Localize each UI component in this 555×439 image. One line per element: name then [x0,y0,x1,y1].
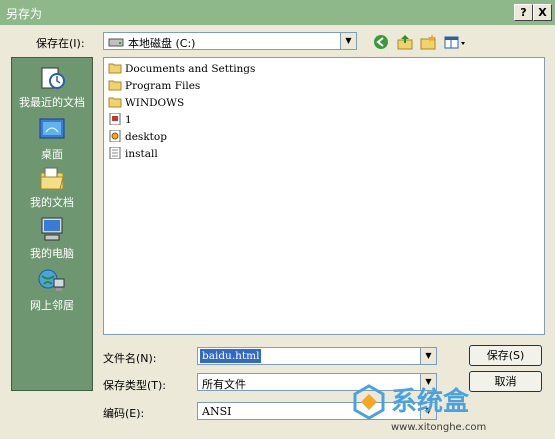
chevron-down-icon[interactable]: ▼ [420,348,436,364]
place-label: 我最近的文档 [19,96,85,109]
new-folder-icon[interactable] [419,33,437,51]
watermark-logo: 系统盒 www.xitonghe.com [347,376,547,436]
place-label: 我的电脑 [30,247,74,260]
file-list[interactable]: Documents and Settings Program Files WIN… [103,57,545,335]
filetype-label: 保存类型(T): [103,379,167,392]
place-recent-documents[interactable]: 我最近的文档 [12,64,92,110]
settings-file-icon [108,129,122,143]
place-label: 我的文档 [30,196,74,209]
chevron-down-icon[interactable]: ▼ [340,33,356,49]
place-my-computer[interactable]: 我的电脑 [12,215,92,261]
list-item[interactable]: Documents and Settings [108,62,255,79]
back-icon[interactable] [372,33,390,51]
window-title: 另存为 [6,7,43,21]
encoding-value: ANSI [202,405,232,418]
desktop-icon [36,116,68,144]
close-button[interactable]: X [533,4,552,21]
place-label: 网上邻居 [30,299,74,312]
recent-docs-icon [36,64,68,92]
network-icon [36,267,68,295]
help-button[interactable]: ? [514,4,533,21]
filename-label: 文件名(N): [103,352,157,365]
text-file-icon [108,146,122,160]
file-name: desktop [125,131,167,143]
file-name: Documents and Settings [125,63,256,75]
my-documents-icon [36,164,68,192]
place-desktop[interactable]: 桌面 [12,116,92,162]
save-button[interactable]: 保存(S) [469,345,542,366]
my-computer-icon [36,215,68,243]
file-name: install [125,148,158,160]
file-icon [108,112,122,126]
encoding-label: 编码(E): [103,407,145,420]
place-label: 桌面 [41,148,63,161]
file-name: WINDOWS [125,97,185,109]
drive-icon [108,36,124,51]
watermark-url: www.xitonghe.com [391,422,486,433]
place-network[interactable]: 网上邻居 [12,267,92,313]
save-in-combo[interactable]: 本地磁盘 (C:) ▼ [103,32,357,50]
filename-input[interactable]: baidu.html ▼ [197,347,437,365]
title-bar[interactable]: 另存为 ? X [0,0,555,25]
folder-icon [108,96,122,108]
filetype-value: 所有文件 [202,378,246,391]
list-item[interactable]: desktop [108,129,167,147]
views-menu-icon[interactable] [443,33,467,51]
file-name: 1 [125,114,132,126]
save-in-value: 本地磁盘 (C:) [128,37,196,50]
list-item[interactable]: 1 [108,112,132,130]
places-bar: 我最近的文档 桌面 我的文档 我的电脑 网上邻居 [11,57,93,391]
up-folder-icon[interactable] [396,33,414,51]
place-my-documents[interactable]: 我的文档 [12,164,92,210]
list-item[interactable]: WINDOWS [108,96,184,113]
watermark-brand: 系统盒 [391,386,470,417]
file-name: Program Files [125,80,201,92]
folder-icon [108,79,122,91]
folder-icon [108,62,122,74]
filename-value: baidu.html [200,349,262,363]
list-item[interactable]: Program Files [108,79,200,96]
list-item[interactable]: install [108,146,158,164]
save-in-label: 保存在(I): [36,37,85,50]
